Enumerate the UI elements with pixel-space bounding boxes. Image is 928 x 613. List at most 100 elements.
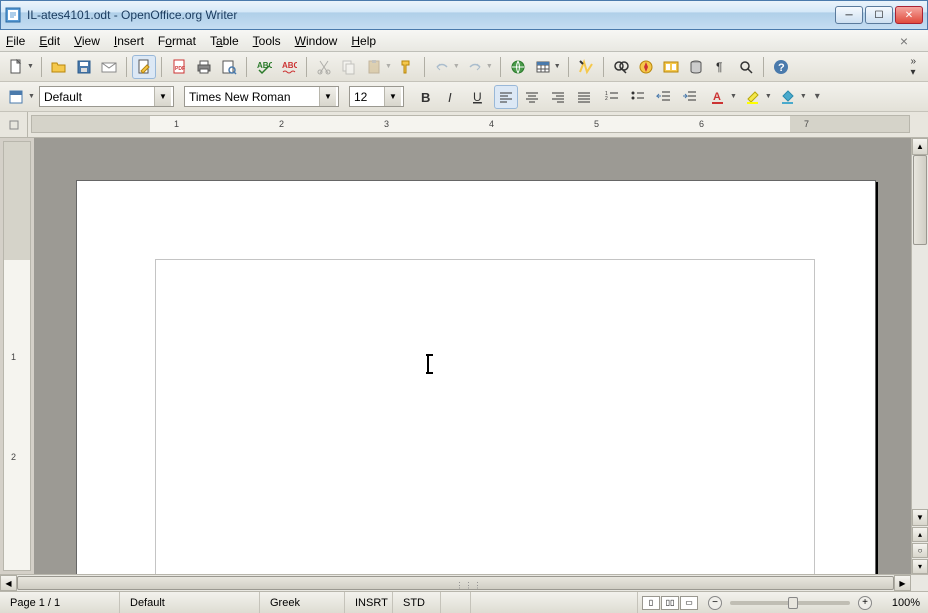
background-color-button[interactable] (776, 85, 800, 109)
vscroll-track[interactable] (912, 155, 928, 509)
view-book-button[interactable]: ▭ (680, 596, 698, 610)
menu-view[interactable]: View (74, 34, 100, 48)
next-page-button[interactable]: ▾ (912, 559, 928, 574)
align-right-button[interactable] (546, 85, 570, 109)
print-preview-button[interactable] (217, 55, 241, 79)
edit-file-button[interactable] (132, 55, 156, 79)
view-single-page-button[interactable]: ▯ (642, 596, 660, 610)
zoom-in-button[interactable]: + (858, 596, 872, 610)
menu-tools[interactable]: Tools (253, 34, 281, 48)
page[interactable] (76, 180, 876, 574)
paragraph-style-input[interactable] (40, 87, 154, 106)
hscroll-thumb[interactable]: ⋮⋮⋮ (17, 576, 894, 590)
find-button[interactable] (609, 55, 633, 79)
menu-format[interactable]: Format (158, 34, 196, 48)
font-size-combo[interactable]: ▼ (349, 86, 404, 107)
format-paintbrush-button[interactable] (395, 55, 419, 79)
hscroll-track[interactable]: ⋮⋮⋮ (17, 575, 894, 591)
export-pdf-button[interactable]: PDF (167, 55, 191, 79)
status-signature[interactable] (441, 592, 471, 613)
show-draw-button[interactable] (574, 55, 598, 79)
font-size-input[interactable] (350, 87, 384, 106)
underline-button[interactable]: U (466, 85, 490, 109)
status-language[interactable]: Greek (260, 592, 345, 613)
font-color-button[interactable]: A (706, 85, 730, 109)
bold-button[interactable]: B (414, 85, 438, 109)
horizontal-scrollbar[interactable]: ◀ ⋮⋮⋮ ▶ (0, 574, 928, 591)
doc-close-button[interactable]: × (900, 33, 908, 49)
menu-table[interactable]: Table (210, 34, 239, 48)
styles-button[interactable] (4, 85, 28, 109)
hyperlink-button[interactable] (506, 55, 530, 79)
undo-button[interactable] (430, 55, 454, 79)
zoom-button[interactable] (734, 55, 758, 79)
vertical-scrollbar[interactable]: ▲ ▼ ▴ ○ ▾ (911, 138, 928, 574)
nonprinting-button[interactable]: ¶ (709, 55, 733, 79)
nav-button[interactable]: ○ (912, 543, 928, 558)
print-button[interactable] (192, 55, 216, 79)
vertical-ruler[interactable]: 1 2 (3, 141, 31, 571)
zoom-out-button[interactable]: − (708, 596, 722, 610)
new-dropdown-icon[interactable]: ▼ (27, 63, 34, 70)
fmt-overflow-button[interactable]: ▾ (815, 91, 820, 102)
paste-button[interactable] (362, 55, 386, 79)
open-button[interactable] (47, 55, 71, 79)
font-name-input[interactable] (185, 87, 319, 106)
maximize-button[interactable]: ☐ (865, 6, 893, 24)
numbered-list-button[interactable]: 12 (600, 85, 624, 109)
view-multi-page-button[interactable]: ▯▯ (661, 596, 679, 610)
font-color-dropdown-icon[interactable]: ▼ (730, 93, 737, 100)
prev-page-button[interactable]: ▴ (912, 527, 928, 542)
help-button[interactable]: ? (769, 55, 793, 79)
menu-edit[interactable]: Edit (39, 34, 60, 48)
document-view[interactable] (34, 138, 911, 574)
align-center-button[interactable] (520, 85, 544, 109)
copy-button[interactable] (337, 55, 361, 79)
background-dropdown-icon[interactable]: ▼ (800, 93, 807, 100)
new-button[interactable] (4, 55, 28, 79)
scroll-down-button[interactable]: ▼ (912, 509, 928, 526)
menu-file[interactable]: File (6, 34, 25, 48)
status-selection-mode[interactable]: STD (393, 592, 441, 613)
bullet-list-button[interactable] (626, 85, 650, 109)
vscroll-thumb[interactable] (913, 155, 927, 245)
minimize-button[interactable]: ─ (835, 6, 863, 24)
scroll-left-button[interactable]: ◀ (0, 575, 17, 591)
redo-dropdown-icon[interactable]: ▼ (486, 63, 493, 70)
close-button[interactable]: ✕ (895, 6, 923, 24)
italic-button[interactable]: I (440, 85, 464, 109)
redo-button[interactable] (463, 55, 487, 79)
highlight-dropdown-icon[interactable]: ▼ (765, 93, 772, 100)
horizontal-ruler[interactable]: 1 2 3 4 5 6 7 (31, 115, 910, 133)
auto-spellcheck-button[interactable]: ABC (277, 55, 301, 79)
styles-dropdown-icon[interactable]: ▼ (28, 93, 35, 100)
status-style[interactable]: Default (120, 592, 260, 613)
datasources-button[interactable] (684, 55, 708, 79)
menu-window[interactable]: Window (295, 34, 338, 48)
menu-insert[interactable]: Insert (114, 34, 144, 48)
status-insert-mode[interactable]: INSRT (345, 592, 393, 613)
scroll-up-button[interactable]: ▲ (912, 138, 928, 155)
scroll-right-button[interactable]: ▶ (894, 575, 911, 591)
toolbar-overflow-button[interactable]: »▾ (910, 56, 924, 78)
table-button[interactable] (531, 55, 555, 79)
save-button[interactable] (72, 55, 96, 79)
undo-dropdown-icon[interactable]: ▼ (453, 63, 460, 70)
decrease-indent-button[interactable] (652, 85, 676, 109)
email-button[interactable] (97, 55, 121, 79)
align-justify-button[interactable] (572, 85, 596, 109)
status-page[interactable]: Page 1 / 1 (0, 592, 120, 613)
spellcheck-button[interactable]: ABC (252, 55, 276, 79)
zoom-slider[interactable] (730, 601, 850, 605)
zoom-value[interactable]: 100% (878, 592, 928, 613)
font-size-drop-icon[interactable]: ▼ (384, 87, 401, 106)
paragraph-style-combo[interactable]: ▼ (39, 86, 174, 107)
table-dropdown-icon[interactable]: ▼ (554, 63, 561, 70)
gallery-button[interactable] (659, 55, 683, 79)
align-left-button[interactable] (494, 85, 518, 109)
menu-help[interactable]: Help (351, 34, 376, 48)
zoom-knob[interactable] (788, 597, 798, 609)
paragraph-style-drop-icon[interactable]: ▼ (154, 87, 171, 106)
cut-button[interactable] (312, 55, 336, 79)
font-name-combo[interactable]: ▼ (184, 86, 339, 107)
